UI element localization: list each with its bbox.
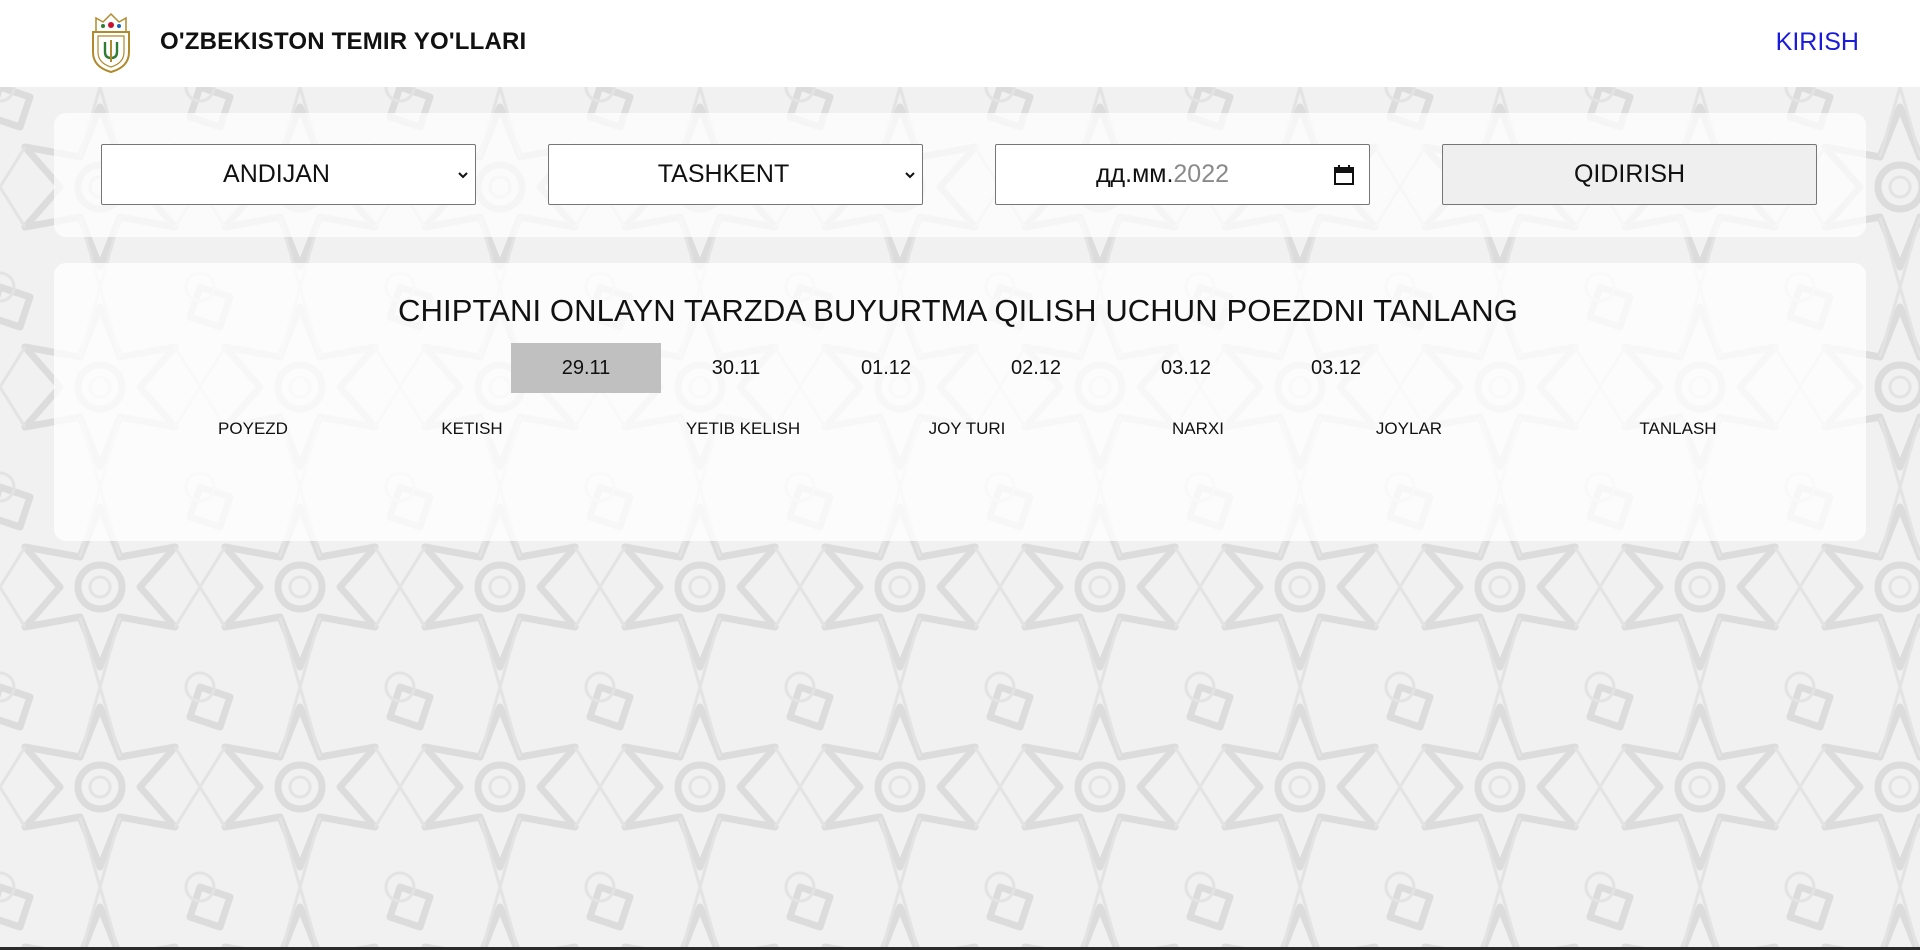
column-header-seat-type: JOY TURI [928, 419, 1006, 438]
column-header-price: NARXI [1172, 419, 1224, 438]
date-tabs: 29.11 30.11 01.12 02.12 03.12 03.12 [511, 343, 1411, 393]
column-header-seats: JOYLAR [1375, 419, 1443, 438]
date-placeholder: дд.мм. [1095, 160, 1174, 188]
from-station-select[interactable]: ANDIJAN [101, 144, 476, 205]
date-value: дд.мм. 2022 [996, 145, 1329, 204]
table-header: POYEZD KETISH YETIB KELISH JOY TURI NARX… [54, 419, 1866, 447]
date-tab[interactable]: 30.11 [661, 343, 811, 393]
column-header-arrival: YETIB KELISH [685, 419, 801, 438]
date-tab[interactable]: 02.12 [961, 343, 1111, 393]
date-tab[interactable]: 03.12 [1111, 343, 1261, 393]
column-header-select: TANLASH [1639, 419, 1717, 438]
date-tab[interactable]: 03.12 [1261, 343, 1411, 393]
login-link[interactable]: KIRISH [1776, 28, 1859, 57]
date-tab[interactable]: 29.11 [511, 343, 661, 393]
railway-emblem-icon[interactable] [88, 12, 134, 74]
column-header-train: POYEZD [218, 419, 288, 438]
chevron-down-icon [458, 172, 468, 179]
search-button[interactable]: QIDIRISH [1442, 144, 1817, 205]
date-tab[interactable]: 01.12 [811, 343, 961, 393]
date-input[interactable]: дд.мм. 2022 [995, 144, 1370, 205]
search-panel: ANDIJAN TASHKENT дд.мм. 2022 QIDIRISH [54, 113, 1866, 237]
top-header: O'ZBEKISTON TEMIR YO'LLARI KIRISH [0, 0, 1920, 87]
brand-title: O'ZBEKISTON TEMIR YO'LLARI [160, 28, 527, 55]
chevron-down-icon [905, 172, 915, 179]
date-year: 2022 [1173, 160, 1230, 188]
column-header-departure: KETISH [441, 419, 503, 438]
results-panel: CHIPTANI ONLAYN TARZDA BUYURTMA QILISH U… [54, 263, 1866, 541]
calendar-icon[interactable] [1333, 164, 1355, 186]
page-title: CHIPTANI ONLAYN TARZDA BUYURTMA QILISH U… [398, 293, 1518, 328]
to-station-value: TASHKENT [657, 160, 790, 188]
to-station-select[interactable]: TASHKENT [548, 144, 923, 205]
from-station-value: ANDIJAN [223, 160, 330, 188]
